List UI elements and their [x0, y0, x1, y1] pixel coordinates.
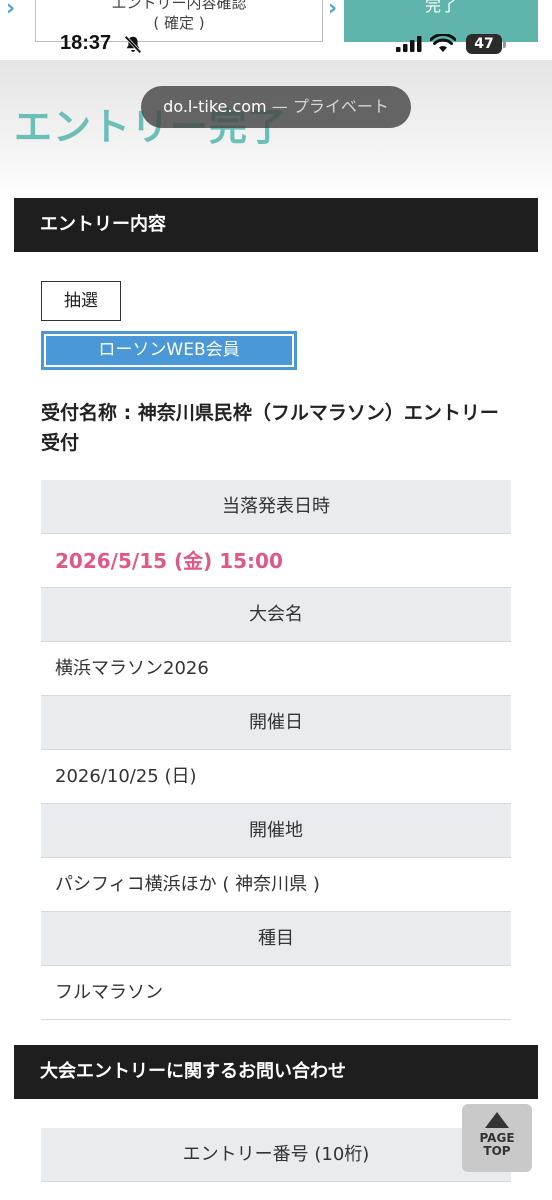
cellular-signal-icon — [396, 36, 422, 52]
inquiry-table: エントリー番号 (10桁) — [41, 1128, 511, 1182]
event-venue: パシフィコ横浜ほか ( 神奈川県 ) — [41, 858, 511, 912]
entry-info-table: 当落発表日時 2026/5/15 (金) 15:00 大会名 横浜マラソン202… — [41, 480, 511, 1020]
table-header-category: 種目 — [41, 912, 511, 966]
table-header-venue: 開催地 — [41, 804, 511, 858]
section-header-inquiry: 大会エントリーに関するお問い合わせ — [14, 1045, 538, 1099]
clock: 18:37 — [60, 32, 112, 54]
arrow-up-icon — [485, 1112, 509, 1128]
announce-datetime: 2026/5/15 (金) 15:00 — [41, 534, 511, 588]
page-top-button[interactable]: PAGE TOP — [462, 1104, 532, 1172]
battery-icon: 47 — [466, 34, 506, 54]
page-top-label-2: TOP — [483, 1144, 511, 1158]
event-date: 2026/10/25 (日) — [41, 750, 511, 804]
event-name: 横浜マラソン2026 — [41, 642, 511, 696]
member-type-badge: ローソンWEB会員 — [41, 331, 297, 370]
chevron-right-icon: › — [6, 0, 16, 21]
lottery-tag: 抽選 — [41, 281, 121, 321]
table-header-date: 開催日 — [41, 696, 511, 750]
browser-url-pill[interactable]: do.l-tike.com — プライベート — [141, 86, 411, 128]
chevron-right-icon: › — [328, 0, 338, 21]
bell-muted-icon — [124, 35, 142, 54]
wifi-icon — [430, 34, 456, 52]
page-root: › エントリー内容確認 ( 確定 ) › 完了 18:37 47 エントリー完了… — [0, 0, 552, 1200]
step-confirm-label: エントリー内容確認 — [111, 0, 247, 12]
private-mode-label: — プライベート — [271, 97, 389, 116]
table-header-event: 大会名 — [41, 588, 511, 642]
section-header-entry: エントリー内容 — [14, 198, 538, 252]
event-category: フルマラソン — [41, 966, 511, 1020]
status-bar: 18:37 47 — [0, 30, 552, 62]
url-domain: do.l-tike.com — [163, 97, 267, 116]
battery-level: 47 — [474, 36, 494, 52]
table-header-entry-number: エントリー番号 (10桁) — [41, 1128, 511, 1182]
reception-name: 受付名称 : 神奈川県民枠（フルマラソン）エントリー受付 — [41, 402, 499, 454]
table-header-announce: 当落発表日時 — [41, 480, 511, 534]
step-done-label: 完了 — [424, 0, 457, 15]
